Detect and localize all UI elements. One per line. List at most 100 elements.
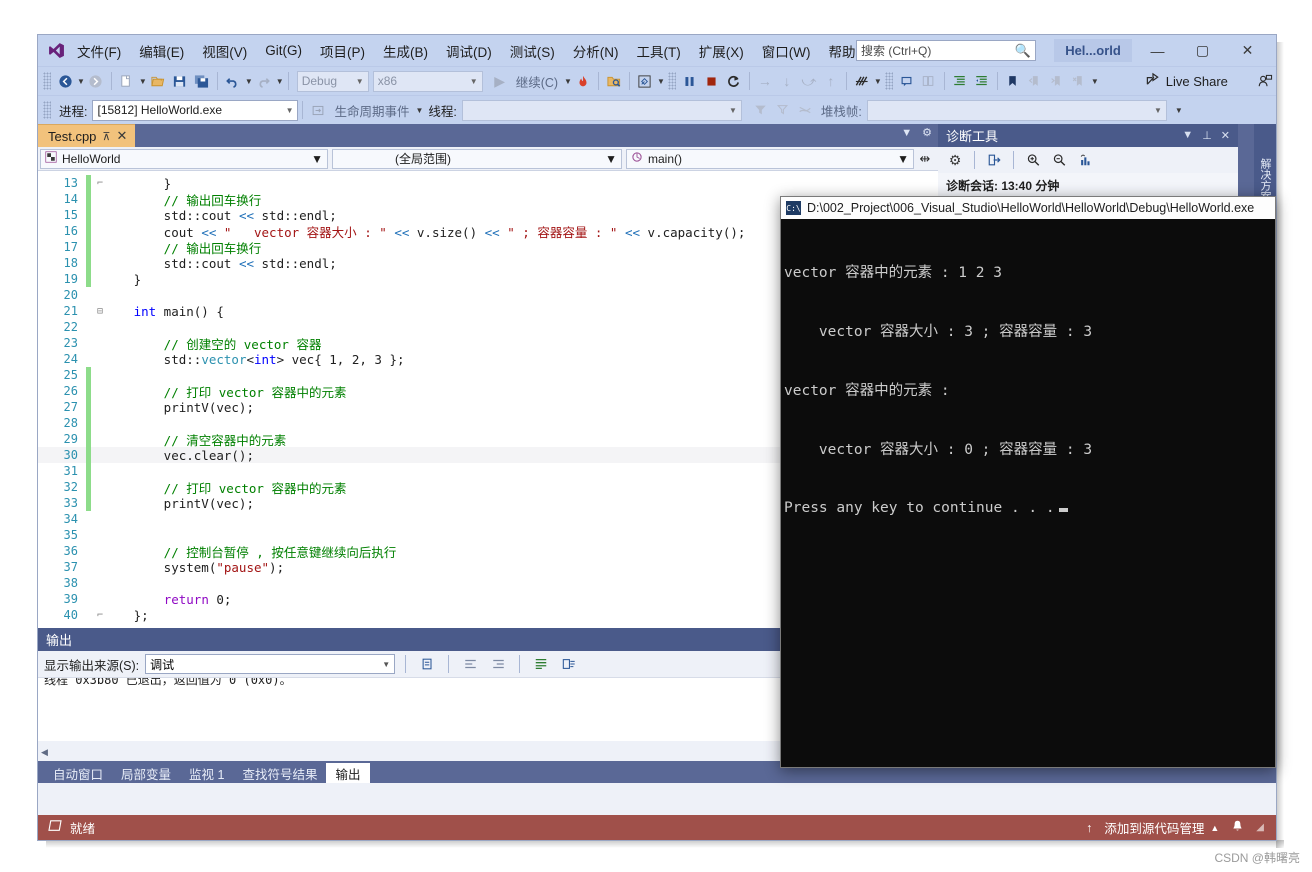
thread-combo[interactable]: ▼ [461, 99, 742, 121]
menu-build[interactable]: 生成(B) [374, 37, 437, 65]
save-icon[interactable] [169, 70, 191, 92]
step-over-icon[interactable]: ↓ [776, 70, 798, 92]
restart-debug-icon[interactable] [723, 70, 745, 92]
menu-edit[interactable]: 编辑(E) [130, 37, 193, 65]
lifecycle-events-label[interactable]: 生命周期事件 [329, 101, 414, 120]
save-all-icon[interactable] [191, 70, 213, 92]
step-return-icon[interactable]: ↑ [820, 70, 842, 92]
toggle-output-icon[interactable] [558, 653, 580, 675]
menu-project[interactable]: 项目(P) [311, 37, 374, 65]
threads-dropdown-icon[interactable]: ▼ [874, 77, 882, 86]
attach-process-icon[interactable] [603, 70, 625, 92]
filter-icon[interactable] [750, 99, 772, 121]
scroll-left-icon[interactable]: ◀ [38, 747, 51, 758]
tab-watch-1[interactable]: 监视 1 [180, 763, 233, 783]
tab-test-cpp[interactable]: Test.cpp ⊼ ✕ [38, 124, 136, 147]
fold-marker[interactable]: ⌐ [91, 178, 109, 189]
upload-icon[interactable]: ↑ [1086, 821, 1092, 835]
export-icon[interactable] [983, 149, 1005, 171]
tab-output[interactable]: 输出 [326, 763, 370, 783]
tab-locals[interactable]: 局部变量 [112, 763, 180, 783]
maximize-button[interactable]: ▢ [1180, 35, 1225, 66]
word-wrap-icon[interactable] [530, 653, 552, 675]
process-combo[interactable]: [15812] HelloWorld.exe ▼ [92, 99, 299, 121]
resize-grip-icon[interactable]: ◢ [1256, 822, 1264, 833]
nav-scope-combo[interactable]: (全局范围) ▼ [332, 148, 622, 169]
outdent-icon[interactable] [971, 70, 993, 92]
platform-combo[interactable]: x86 ▼ [372, 70, 483, 92]
split-view-icon[interactable]: ⇹ [916, 151, 934, 167]
console-title-bar[interactable]: C:\ D:\002_Project\006_Visual_Studio\Hel… [781, 197, 1275, 219]
new-dropdown-icon[interactable]: ▼ [139, 77, 147, 86]
configuration-combo[interactable]: Debug ▼ [296, 70, 369, 92]
menu-git[interactable]: Git(G) [256, 39, 311, 62]
pin-icon[interactable]: ⊥ [1202, 129, 1212, 142]
fold-marker[interactable]: ⊟ [91, 306, 109, 317]
zoom-out-icon[interactable] [1048, 149, 1070, 171]
clear-bookmarks-icon[interactable] [1068, 70, 1090, 92]
menu-analyze[interactable]: 分析(N) [564, 37, 628, 65]
chart-icon[interactable] [1074, 149, 1096, 171]
go-to-previous-message-icon[interactable] [459, 653, 481, 675]
undo-icon[interactable] [222, 70, 244, 92]
toolbar-grip[interactable] [43, 72, 51, 90]
undo-dropdown-icon[interactable]: ▼ [245, 77, 253, 86]
chevron-down-icon[interactable]: ▼ [901, 127, 912, 139]
new-file-icon[interactable] [116, 70, 138, 92]
gear-icon[interactable]: ⚙ [944, 149, 966, 171]
navigate-back-icon[interactable] [54, 70, 76, 92]
open-file-icon[interactable] [147, 70, 169, 92]
toolbar-overflow-icon[interactable]: ▼ [1175, 106, 1183, 115]
toolbar-grip-3[interactable] [884, 72, 893, 90]
menu-window[interactable]: 窗口(W) [753, 37, 820, 65]
next-bookmark-icon[interactable] [1046, 70, 1068, 92]
toolbar-grip-4[interactable] [43, 101, 51, 119]
show-threads-icon[interactable] [851, 70, 873, 92]
pin-icon[interactable]: ⊼ [102, 130, 110, 143]
close-button[interactable]: ✕ [1225, 35, 1270, 66]
indent-icon[interactable] [949, 70, 971, 92]
stackframe-combo[interactable]: ▼ [866, 99, 1167, 121]
source-control-button[interactable]: 添加到源代码管理 ▲ [1104, 818, 1219, 837]
step-out-icon[interactable]: ⤻ [798, 70, 820, 92]
back-dropdown-icon[interactable]: ▼ [77, 77, 85, 86]
close-icon[interactable]: ✕ [116, 128, 127, 144]
break-dropdown-icon[interactable]: ▼ [657, 77, 665, 86]
lifecycle-events-icon[interactable] [307, 99, 329, 121]
console-window[interactable]: C:\ D:\002_Project\006_Visual_Studio\Hel… [780, 196, 1276, 768]
redo-icon[interactable] [253, 70, 275, 92]
menu-debug[interactable]: 调试(D) [437, 37, 501, 65]
bell-icon[interactable] [1231, 819, 1244, 836]
flag-icon[interactable] [794, 99, 816, 121]
redo-dropdown-icon[interactable]: ▼ [276, 77, 284, 86]
pause-icon[interactable] [679, 70, 701, 92]
chevron-down-icon[interactable]: ▼ [1182, 129, 1193, 142]
output-source-select[interactable]: 调试 ▼ [145, 654, 396, 674]
nav-project-combo[interactable]: HelloWorld ▼ [40, 148, 328, 169]
break-all-icon[interactable] [634, 70, 656, 92]
nav-member-combo[interactable]: main() ▼ [626, 148, 914, 169]
menu-test[interactable]: 测试(S) [501, 37, 564, 65]
navigate-forward-icon[interactable] [85, 70, 107, 92]
close-icon[interactable]: ✕ [1221, 129, 1230, 142]
previous-bookmark-icon[interactable] [1024, 70, 1046, 92]
tab-find-symbol-results[interactable]: 查找符号结果 [233, 763, 326, 783]
menu-file[interactable]: 文件(F) [68, 37, 130, 65]
search-input[interactable]: 搜索 (Ctrl+Q) 🔍 [856, 40, 1036, 61]
continue-dropdown-icon[interactable]: ▼ [564, 77, 572, 86]
go-to-next-message-icon[interactable] [487, 653, 509, 675]
start-debug-icon[interactable]: ▶ [489, 70, 511, 92]
toolbar-grip-2[interactable] [667, 72, 676, 90]
hot-reload-icon[interactable] [572, 70, 594, 92]
clear-output-icon[interactable] [416, 653, 438, 675]
continue-button[interactable]: 继续(C) [511, 72, 563, 91]
menu-extensions[interactable]: 扩展(X) [690, 37, 753, 65]
menu-view[interactable]: 视图(V) [193, 37, 256, 65]
lifecycle-dropdown-icon[interactable]: ▼ [416, 106, 424, 115]
send-feedback-icon[interactable] [1254, 70, 1276, 92]
stop-debug-icon[interactable] [701, 70, 723, 92]
gear-icon[interactable]: ⚙ [922, 126, 932, 139]
bookmark-overflow-icon[interactable]: ▼ [1091, 77, 1099, 86]
tab-autos[interactable]: 自动窗口 [44, 763, 112, 783]
fold-marker[interactable]: ⌐ [91, 610, 109, 621]
